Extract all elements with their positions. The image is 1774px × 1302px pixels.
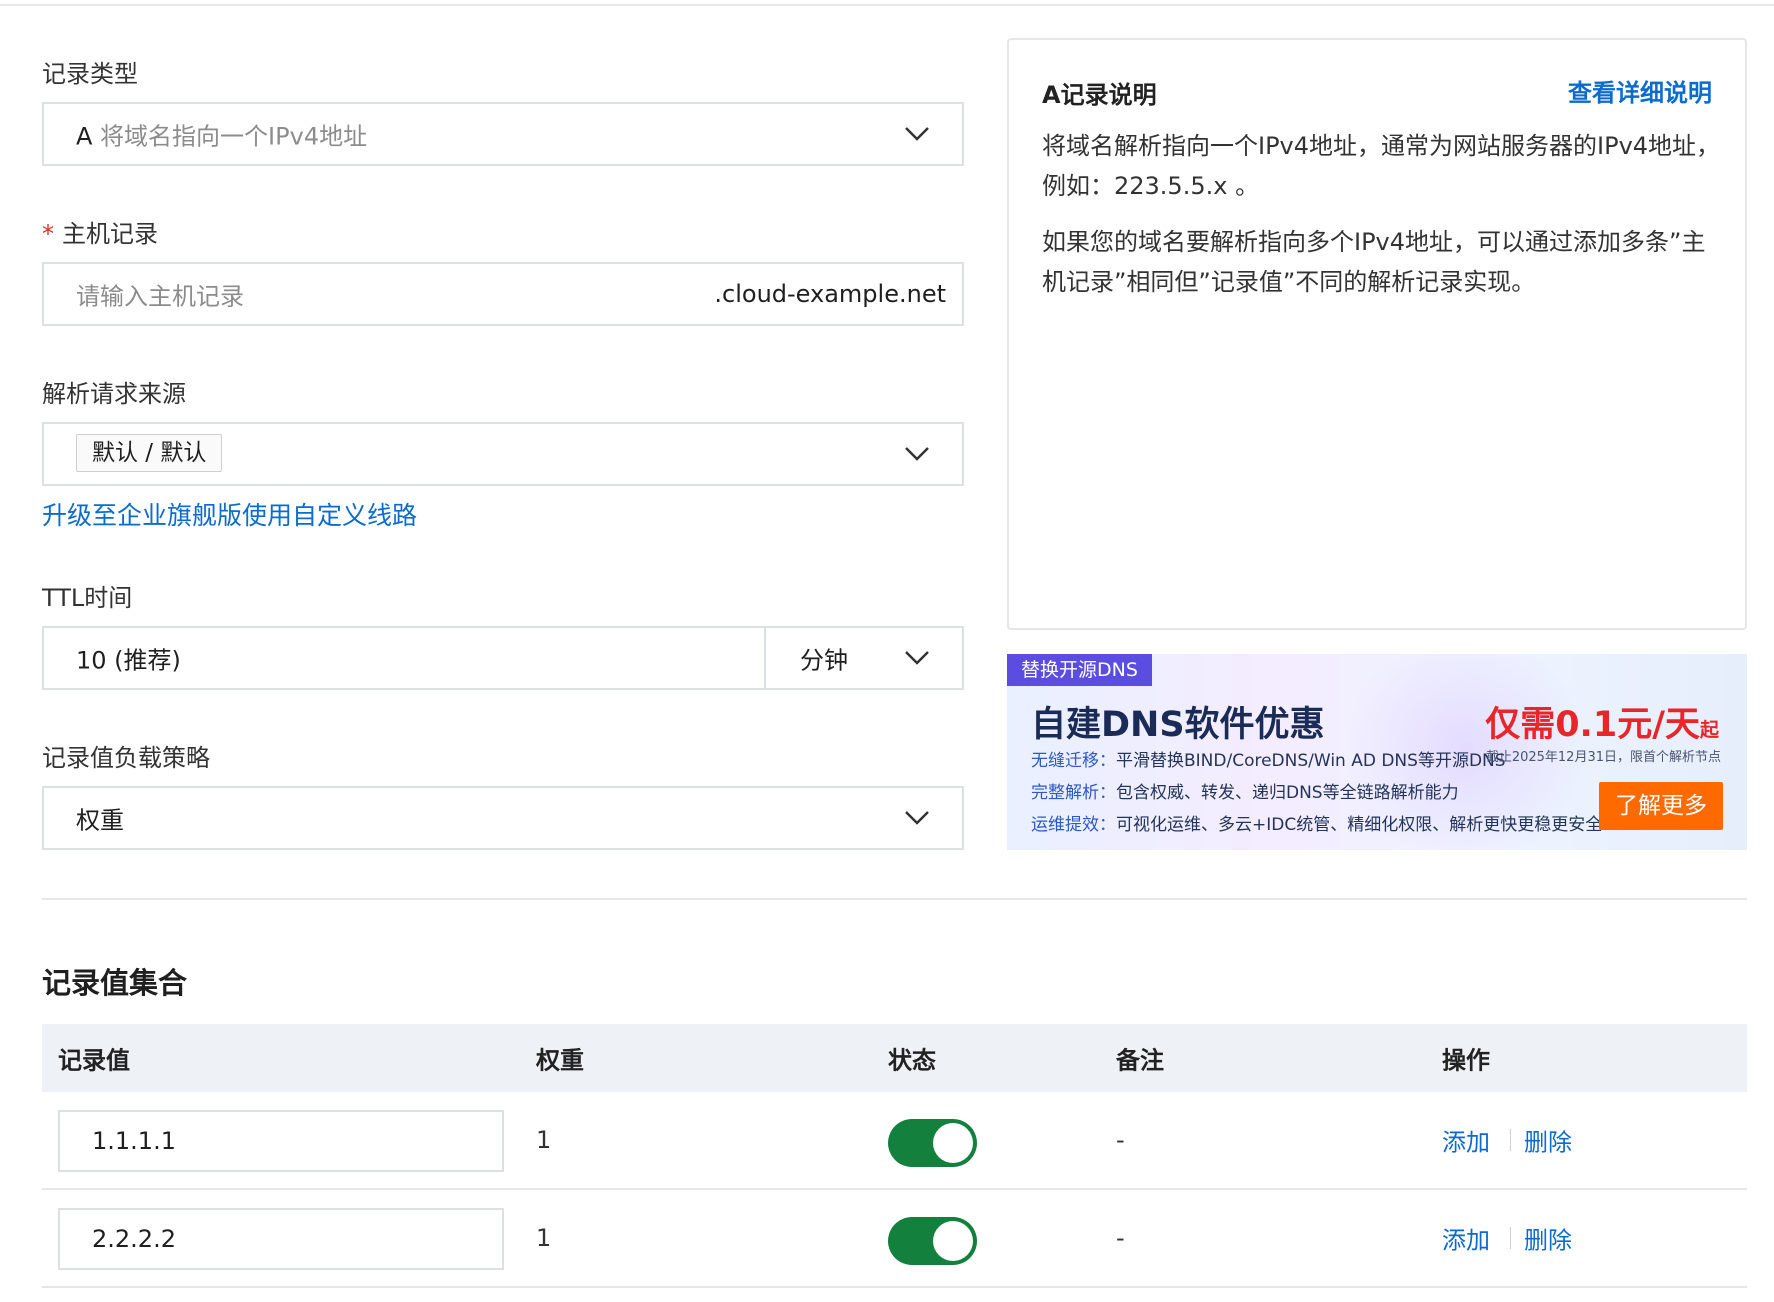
records-section-title: 记录值集合 bbox=[42, 966, 188, 1000]
chevron-down-icon bbox=[904, 650, 930, 666]
weight-cell: 1 bbox=[536, 1224, 552, 1252]
banner-line-key: 无缝迁移： bbox=[1031, 751, 1116, 771]
table-row: 1.1.1.1 1 - 添加 删除 bbox=[42, 1092, 1747, 1190]
banner-title: 自建DNS软件优惠 bbox=[1031, 705, 1325, 745]
weight-cell: 1 bbox=[536, 1126, 552, 1154]
required-mark: * bbox=[42, 220, 54, 248]
record-type-select[interactable]: A 将域名指向一个IPv4地址 bbox=[42, 102, 964, 166]
host-record-suffix: .cloud-example.net bbox=[714, 280, 946, 308]
chevron-down-icon bbox=[904, 126, 930, 142]
source-tag[interactable]: 默认 / 默认 bbox=[76, 434, 223, 472]
section-divider bbox=[42, 898, 1747, 900]
action-separator bbox=[1510, 1227, 1511, 1249]
record-type-prefix: A bbox=[76, 122, 93, 151]
column-header-value: 记录值 bbox=[58, 1046, 130, 1075]
banner-line-text: 包含权威、转发、递归DNS等全链路解析能力 bbox=[1116, 783, 1459, 803]
info-paragraph-1: 将域名解析指向一个IPv4地址，通常为网站服务器的IPv4地址，例如：223.5… bbox=[1042, 132, 1721, 200]
table-row: 2.2.2.2 1 - 添加 删除 bbox=[42, 1190, 1747, 1288]
status-toggle[interactable] bbox=[888, 1119, 977, 1167]
upgrade-link[interactable]: 升级至企业旗舰版使用自定义线路 bbox=[42, 496, 417, 532]
records-table-header: 记录值 权重 状态 备注 操作 bbox=[42, 1024, 1747, 1092]
record-value-input[interactable]: 1.1.1.1 bbox=[58, 1110, 504, 1172]
banner-line-text: 平滑替换BIND/CoreDNS/Win AD DNS等开源DNS bbox=[1116, 751, 1506, 771]
host-record-label: * 主机记录 bbox=[42, 214, 158, 249]
record-type-label: 记录类型 bbox=[42, 60, 138, 88]
info-title: A记录说明 bbox=[1042, 81, 1157, 109]
source-select[interactable]: 默认 / 默认 bbox=[42, 422, 964, 486]
a-record-info-panel: A记录说明 查看详细说明 将域名解析指向一个IPv4地址，通常为网站服务器的IP… bbox=[1007, 38, 1747, 630]
remark-cell: - bbox=[1116, 1224, 1125, 1252]
record-type-value: A 将域名指向一个IPv4地址 bbox=[76, 117, 367, 152]
chevron-down-icon bbox=[904, 810, 930, 826]
column-header-status: 状态 bbox=[888, 1046, 936, 1075]
ttl-value: 10 (推荐) bbox=[76, 646, 181, 675]
toggle-knob bbox=[933, 1221, 973, 1261]
chevron-down-icon bbox=[904, 446, 930, 462]
banner-line: 运维提效：可视化运维、多云+IDC统管、精细化权限、解析更快更稳更安全 bbox=[1031, 810, 1602, 835]
top-divider bbox=[0, 4, 1774, 6]
banner-note: 截止2025年12月31日，限首个解析节点 bbox=[1485, 750, 1721, 765]
banner-line: 完整解析：包含权威、转发、递归DNS等全链路解析能力 bbox=[1031, 778, 1459, 803]
column-header-actions: 操作 bbox=[1442, 1046, 1490, 1075]
ttl-input[interactable]: 10 (推荐) bbox=[42, 626, 766, 690]
strategy-label: 记录值负载策略 bbox=[42, 744, 210, 772]
action-separator bbox=[1510, 1129, 1511, 1151]
banner-badge: 替换开源DNS bbox=[1007, 654, 1152, 686]
record-value-text: 1.1.1.1 bbox=[92, 1127, 176, 1155]
banner-line: 无缝迁移：平滑替换BIND/CoreDNS/Win AD DNS等开源DNS bbox=[1031, 746, 1506, 771]
banner-line-text: 可视化运维、多云+IDC统管、精细化权限、解析更快更稳更安全 bbox=[1116, 815, 1603, 835]
promo-banner[interactable]: 替换开源DNS 自建DNS软件优惠 无缝迁移：平滑替换BIND/CoreDNS/… bbox=[1007, 654, 1747, 850]
host-record-input[interactable]: 请输入主机记录 .cloud-example.net bbox=[42, 262, 964, 326]
strategy-value: 权重 bbox=[76, 806, 124, 835]
view-details-link[interactable]: 查看详细说明 bbox=[1568, 73, 1712, 108]
column-header-remark: 备注 bbox=[1116, 1046, 1164, 1075]
record-value-input[interactable]: 2.2.2.2 bbox=[58, 1208, 504, 1270]
banner-line-key: 完整解析： bbox=[1031, 783, 1116, 803]
delete-link[interactable]: 删除 bbox=[1524, 1221, 1572, 1256]
status-toggle[interactable] bbox=[888, 1217, 977, 1265]
strategy-select[interactable]: 权重 bbox=[42, 786, 964, 850]
remark-cell: - bbox=[1116, 1126, 1125, 1154]
banner-price-value: 仅需0.1元/天 bbox=[1485, 705, 1700, 745]
column-header-weight: 权重 bbox=[536, 1046, 584, 1075]
record-type-desc: 将域名指向一个IPv4地址 bbox=[100, 122, 368, 151]
delete-link[interactable]: 删除 bbox=[1524, 1123, 1572, 1158]
host-record-label-text: 主机记录 bbox=[62, 220, 158, 248]
source-label: 解析请求来源 bbox=[42, 380, 186, 408]
add-link[interactable]: 添加 bbox=[1442, 1221, 1490, 1256]
toggle-knob bbox=[933, 1123, 973, 1163]
banner-line-key: 运维提效： bbox=[1031, 815, 1116, 835]
ttl-unit-value: 分钟 bbox=[800, 646, 848, 675]
ttl-unit-select[interactable]: 分钟 bbox=[764, 626, 964, 690]
record-value-text: 2.2.2.2 bbox=[92, 1225, 176, 1253]
ttl-label: TTL时间 bbox=[42, 584, 133, 612]
info-paragraph-2: 如果您的域名要解析指向多个IPv4地址，可以通过添加多条”主机记录”相同但”记录… bbox=[1042, 228, 1706, 296]
banner-price-suffix: 起 bbox=[1699, 719, 1719, 741]
host-record-placeholder: 请输入主机记录 bbox=[76, 282, 244, 311]
banner-price: 仅需0.1元/天起 bbox=[1485, 696, 1719, 747]
learn-more-button[interactable]: 了解更多 bbox=[1599, 782, 1723, 830]
add-link[interactable]: 添加 bbox=[1442, 1123, 1490, 1158]
